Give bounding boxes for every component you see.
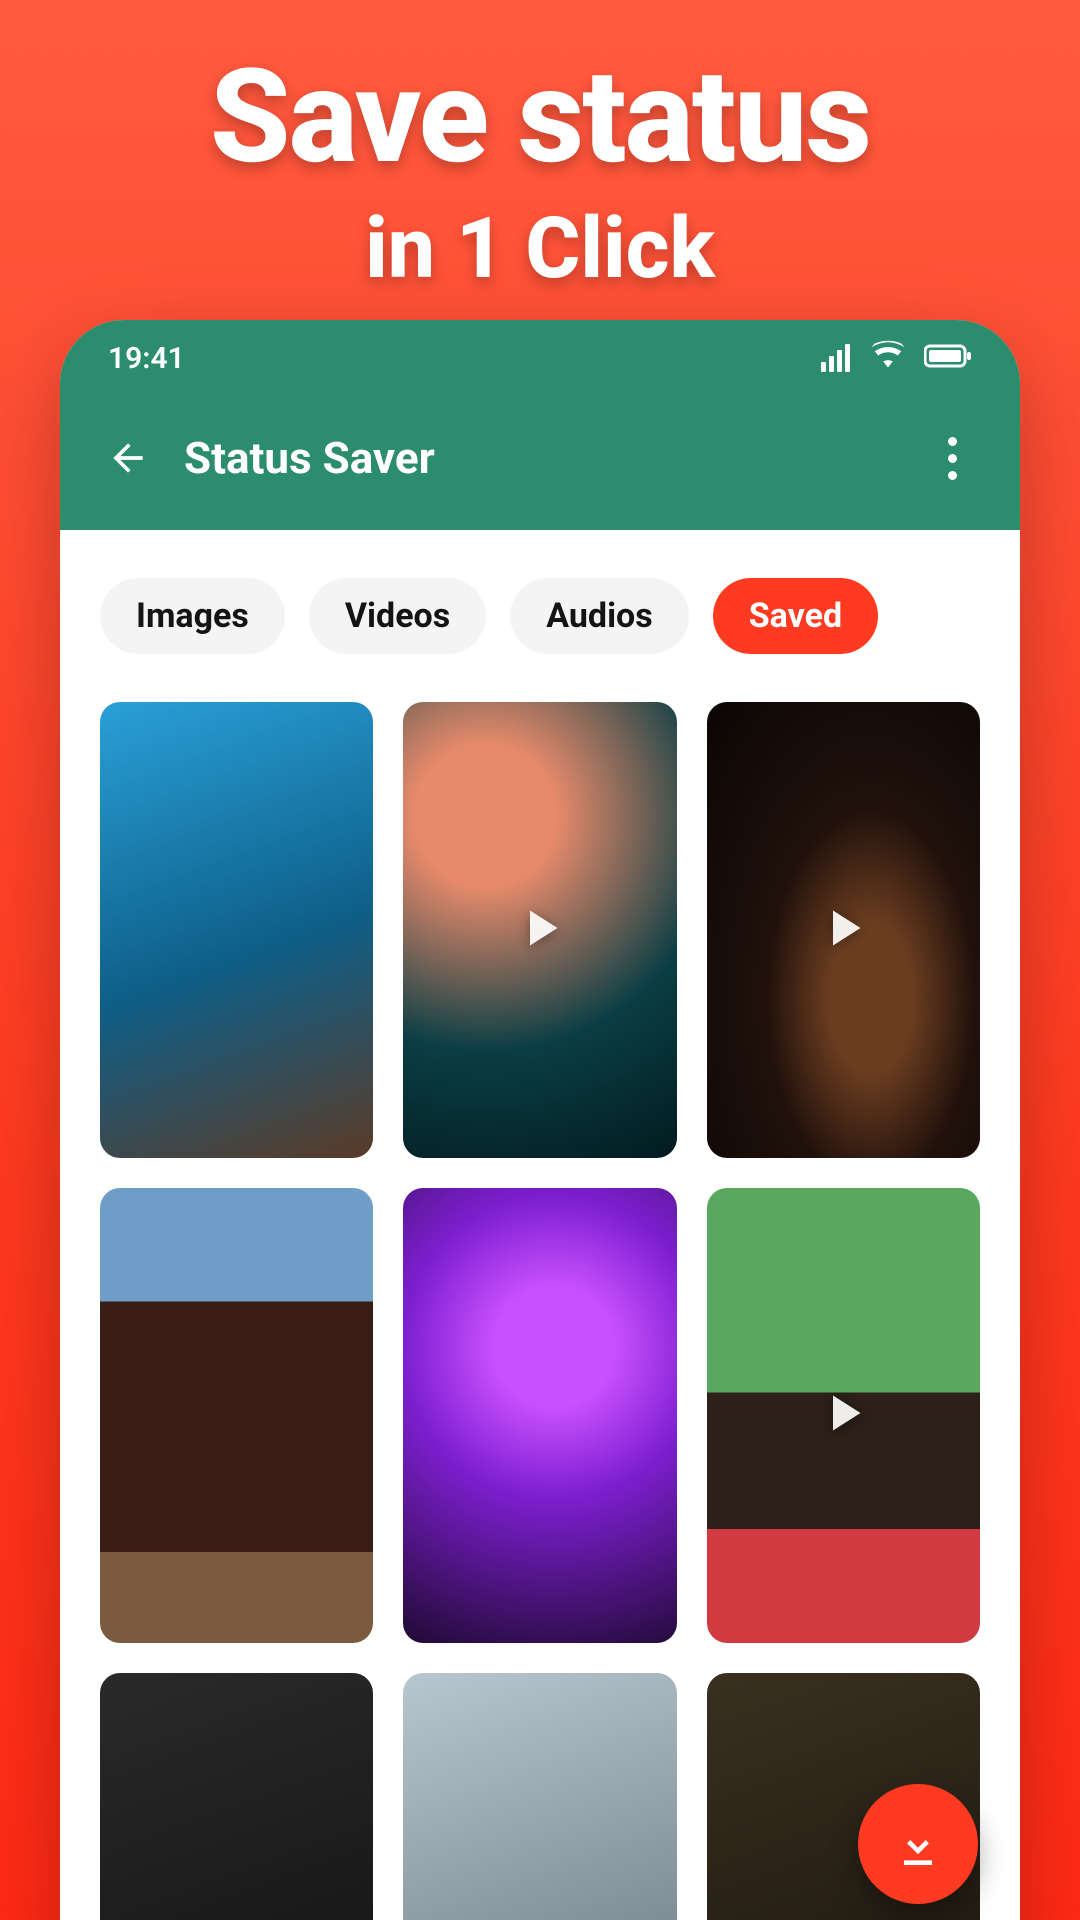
more-vert-icon bbox=[948, 437, 957, 480]
headline-line2: in 1 Click bbox=[0, 199, 1080, 298]
content-area: Images Videos Audios Saved bbox=[60, 530, 1020, 1920]
filter-tabs: Images Videos Audios Saved bbox=[100, 578, 980, 654]
battery-icon bbox=[924, 341, 972, 376]
arrow-left-icon bbox=[106, 436, 150, 480]
play-icon bbox=[813, 1383, 873, 1447]
media-grid bbox=[100, 702, 980, 1920]
tab-audios[interactable]: Audios bbox=[510, 578, 689, 654]
app-title: Status Saver bbox=[184, 432, 435, 484]
media-tile[interactable] bbox=[403, 1673, 676, 1920]
media-tile[interactable] bbox=[403, 1188, 676, 1644]
media-tile[interactable] bbox=[100, 1188, 373, 1644]
tab-saved[interactable]: Saved bbox=[713, 578, 878, 654]
play-icon bbox=[510, 898, 570, 962]
media-tile[interactable] bbox=[100, 702, 373, 1158]
status-time: 19:41 bbox=[108, 341, 185, 376]
cellular-icon bbox=[818, 344, 852, 372]
media-tile[interactable] bbox=[707, 1188, 980, 1644]
phone-frame: 19:41 Status Saver bbox=[60, 320, 1020, 1920]
wifi-icon bbox=[870, 340, 906, 376]
tab-videos[interactable]: Videos bbox=[309, 578, 486, 654]
download-icon bbox=[890, 1816, 946, 1872]
overflow-menu-button[interactable] bbox=[924, 430, 980, 486]
tab-images[interactable]: Images bbox=[100, 578, 285, 654]
download-fab[interactable] bbox=[858, 1784, 978, 1904]
media-tile[interactable] bbox=[707, 702, 980, 1158]
media-tile[interactable] bbox=[403, 702, 676, 1158]
headline-line1: Save status bbox=[0, 40, 1080, 193]
play-icon bbox=[813, 898, 873, 962]
back-button[interactable] bbox=[100, 430, 156, 486]
app-header: 19:41 Status Saver bbox=[60, 320, 1020, 530]
app-toolbar: Status Saver bbox=[60, 386, 1020, 530]
status-bar: 19:41 bbox=[60, 320, 1020, 386]
media-tile[interactable] bbox=[100, 1673, 373, 1920]
promo-headline: Save status in 1 Click bbox=[0, 0, 1080, 298]
